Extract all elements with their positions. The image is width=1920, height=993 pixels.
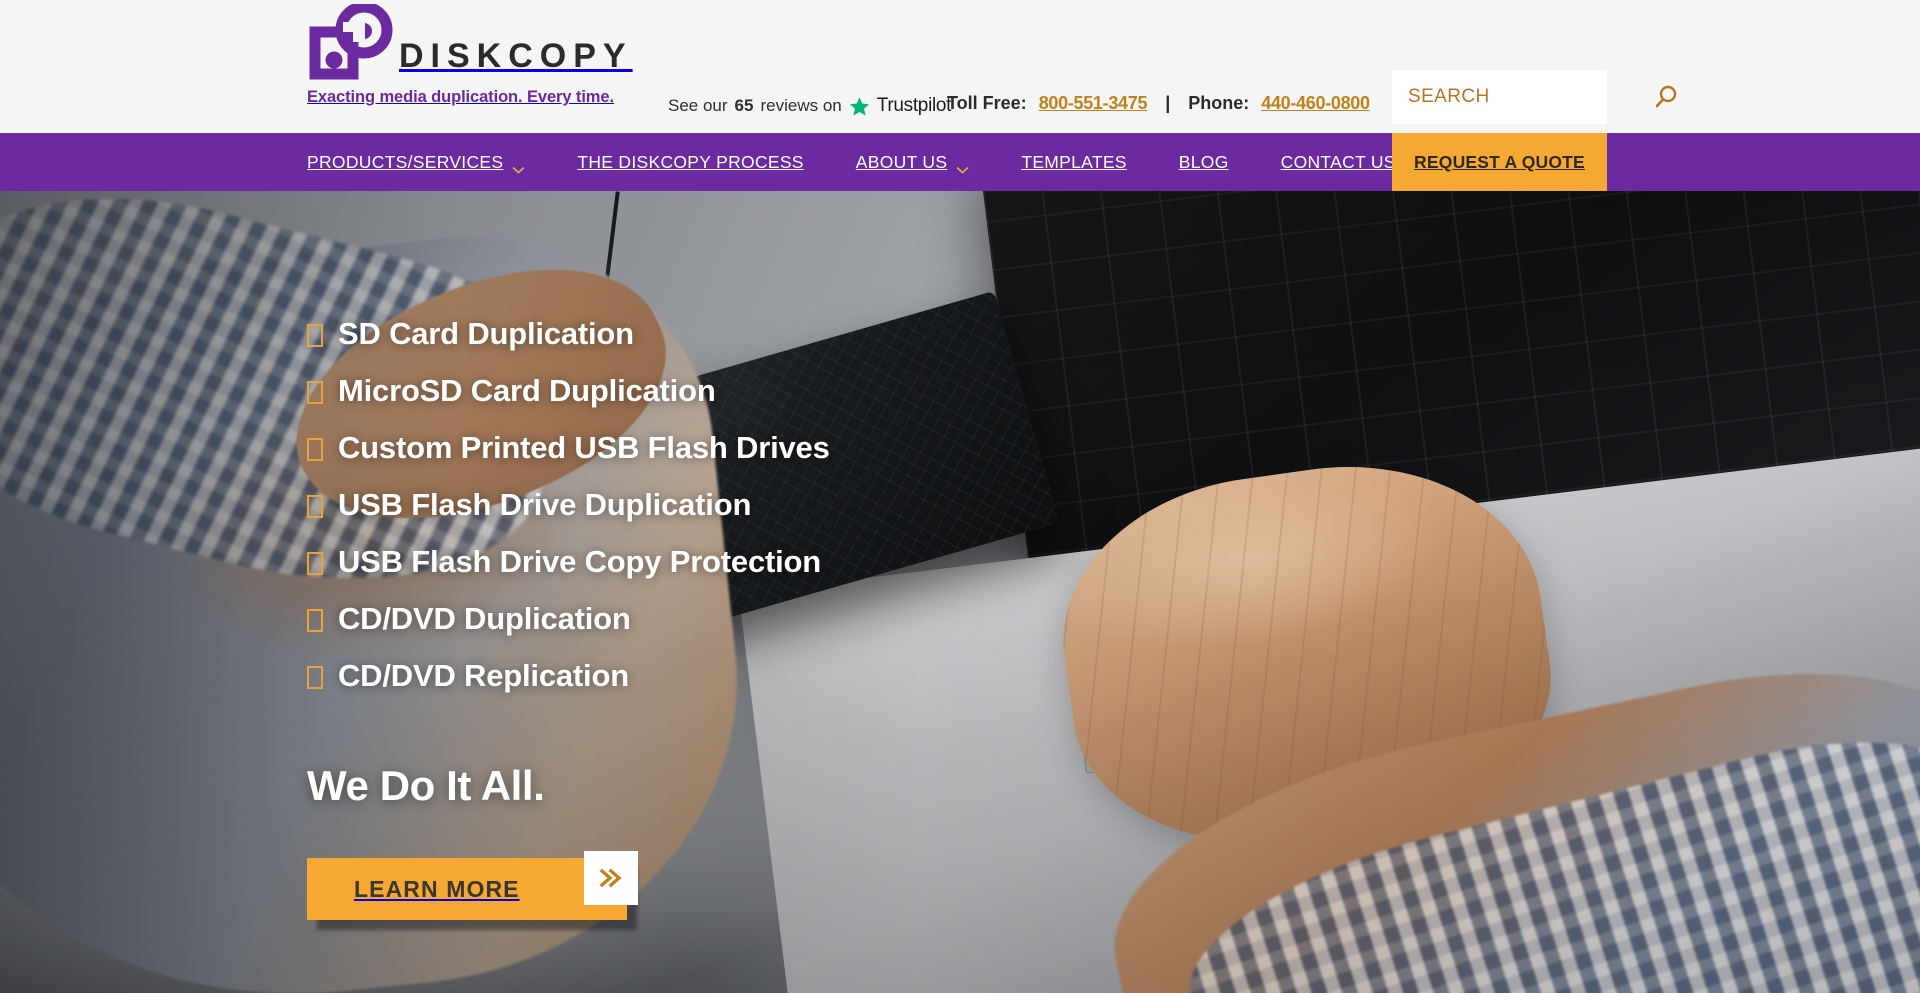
feature-label: USB Flash Drive Duplication xyxy=(338,487,752,522)
nav-label: PRODUCTS/SERVICES xyxy=(307,151,504,172)
feature-label: CD/DVD Replication xyxy=(338,658,629,693)
nav-item-the-diskcopy-process[interactable]: THE DISKCOPY PROCESS xyxy=(551,133,829,191)
hero-feature-list: SD Card Duplication MicroSD Card Duplica… xyxy=(307,316,1207,694)
feature-label: CD/DVD Duplication xyxy=(338,601,631,636)
nav-label: CONTACT US xyxy=(1280,151,1396,172)
bullet-icon xyxy=(307,381,323,404)
toll-free-number[interactable]: 800-551-3475 xyxy=(1039,93,1148,114)
logo-wordmark: DISKCOPY xyxy=(399,37,633,75)
nav-label: THE DISKCOPY PROCESS xyxy=(577,151,804,172)
chevron-down-icon xyxy=(956,158,969,174)
nav-item-about-us[interactable]: ABOUT US xyxy=(830,133,996,191)
search-icon[interactable] xyxy=(1653,84,1679,110)
hero-headline: We Do It All. xyxy=(307,762,545,809)
bullet-icon xyxy=(307,495,323,518)
bullet-icon xyxy=(307,438,323,461)
trustpilot-star-icon xyxy=(849,96,870,117)
request-a-quote-button[interactable]: REQUEST A QUOTE xyxy=(1392,133,1607,191)
logo-link[interactable]: DISKCOPY Exacting media duplication. Eve… xyxy=(307,1,626,107)
list-item: CD/DVD Duplication xyxy=(307,601,1207,637)
list-item: Custom Printed USB Flash Drives xyxy=(307,430,1207,466)
phone-number[interactable]: 440-460-0800 xyxy=(1261,93,1370,114)
site-header: DISKCOPY Exacting media duplication. Eve… xyxy=(0,0,1920,133)
nav-label: TEMPLATES xyxy=(1021,151,1127,172)
list-item: CD/DVD Replication xyxy=(307,658,1207,694)
main-navigation: PRODUCTS/SERVICES THE DISKCOPY PROCESS A… xyxy=(0,133,1920,191)
chevron-down-icon xyxy=(512,158,525,174)
feature-label: SD Card Duplication xyxy=(338,316,634,351)
hero-content: SD Card Duplication MicroSD Card Duplica… xyxy=(307,191,1207,993)
feature-label: MicroSD Card Duplication xyxy=(338,373,716,408)
trustpilot-widget[interactable]: See our 65 reviews on Trustpilot xyxy=(668,95,951,117)
list-item: USB Flash Drive Duplication xyxy=(307,487,1207,523)
phone-label: Phone: xyxy=(1188,93,1250,113)
feature-label: USB Flash Drive Copy Protection xyxy=(338,544,822,579)
nav-items: PRODUCTS/SERVICES THE DISKCOPY PROCESS A… xyxy=(307,133,1422,191)
search-input[interactable] xyxy=(1408,86,1653,108)
trustpilot-review-count: 65 xyxy=(734,96,754,115)
nav-label: BLOG xyxy=(1178,151,1229,172)
list-item: USB Flash Drive Copy Protection xyxy=(307,544,1207,580)
search-box xyxy=(1392,70,1677,124)
nav-item-templates[interactable]: TEMPLATES xyxy=(995,133,1152,191)
learn-more-button[interactable]: LEARN MORE xyxy=(307,858,627,920)
trustpilot-prefix: See our xyxy=(668,96,728,115)
bullet-icon xyxy=(307,324,323,347)
nav-item-blog[interactable]: BLOG xyxy=(1153,133,1255,191)
bullet-icon xyxy=(307,552,323,575)
learn-more-wrapper: LEARN MORE xyxy=(307,851,638,930)
nav-item-products-services[interactable]: PRODUCTS/SERVICES xyxy=(307,133,551,191)
feature-label: Custom Printed USB Flash Drives xyxy=(338,430,830,465)
logo-row: DISKCOPY xyxy=(307,1,626,82)
bullet-icon xyxy=(307,666,323,689)
trustpilot-wordmark: Trustpilot xyxy=(876,95,952,116)
list-item: MicroSD Card Duplication xyxy=(307,373,1207,409)
logo-tagline: Exacting media duplication. Every time. xyxy=(307,88,614,106)
hero-section: SD Card Duplication MicroSD Card Duplica… xyxy=(0,191,1920,993)
bullet-icon xyxy=(307,609,323,632)
toll-free-label: Toll Free: xyxy=(947,93,1027,113)
diskcopy-logo-icon xyxy=(307,1,393,82)
list-item: SD Card Duplication xyxy=(307,316,1207,352)
double-chevron-right-icon[interactable] xyxy=(584,851,638,905)
contact-numbers: Toll Free: 800-551-3475 | Phone: 440-460… xyxy=(947,93,1370,114)
trustpilot-suffix: reviews on xyxy=(760,96,842,115)
nav-label: ABOUT US xyxy=(855,151,948,172)
learn-more-label: LEARN MORE xyxy=(354,875,520,902)
contact-separator: | xyxy=(1165,93,1171,113)
